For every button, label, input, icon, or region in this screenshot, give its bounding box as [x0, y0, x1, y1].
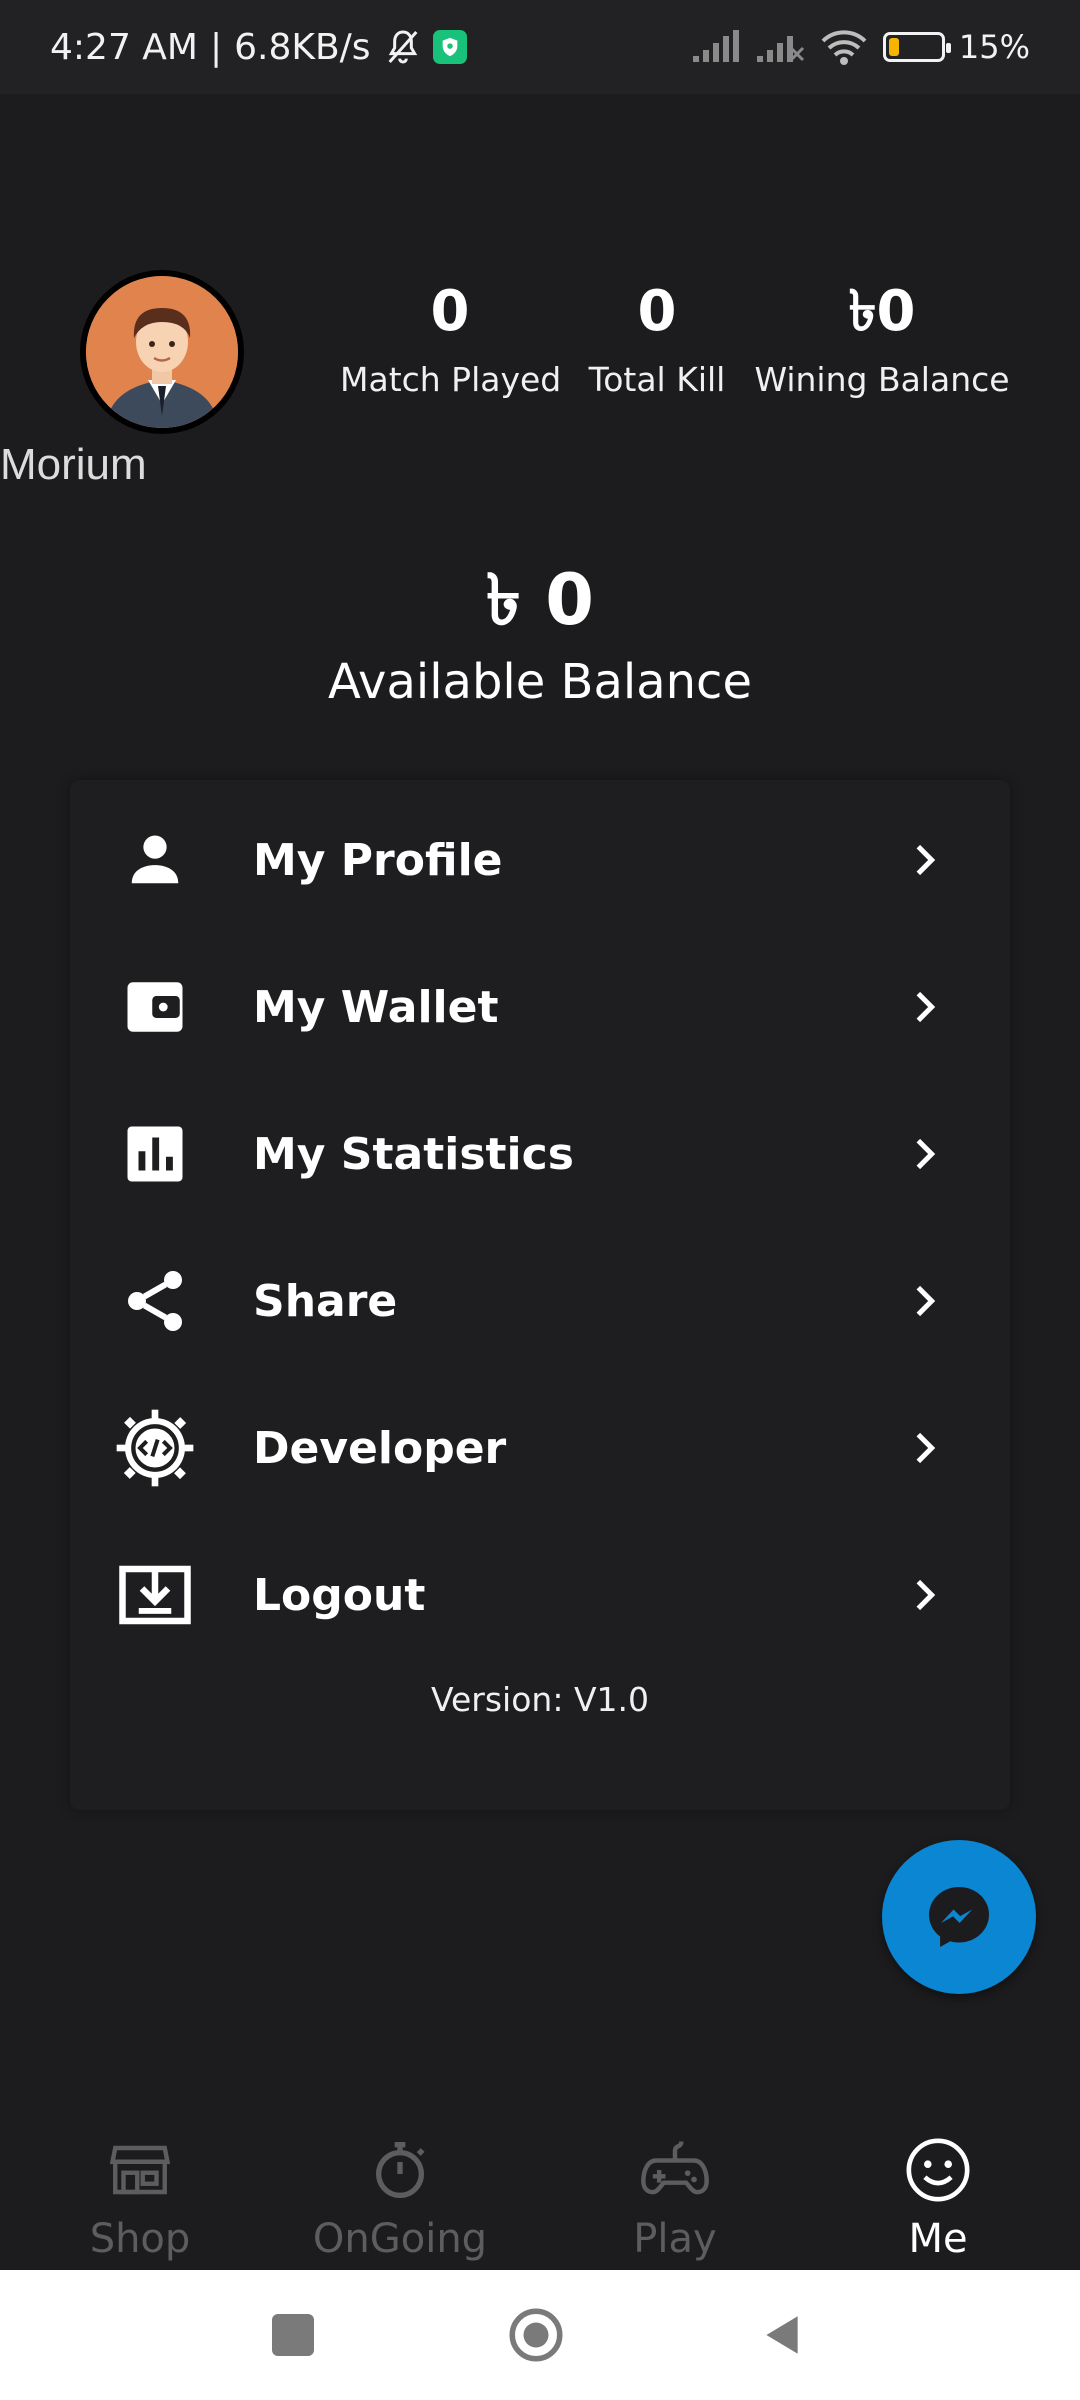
chevron-right-icon: [916, 1285, 936, 1317]
status-right: 15%: [691, 27, 1030, 67]
back-button[interactable]: [748, 2302, 814, 2368]
stat-match-played: 0 Match Played: [340, 279, 562, 400]
menu-item-developer[interactable]: Developer: [70, 1393, 1010, 1503]
vpn-shield-icon: [432, 30, 467, 64]
stat-label: Total Kill: [588, 360, 726, 399]
menu-item-label: My Wallet: [253, 981, 499, 1033]
home-circle-icon: [509, 2308, 563, 2362]
messenger-button[interactable]: [882, 1840, 1036, 1994]
menu-item-share[interactable]: Share: [70, 1246, 1010, 1356]
stat-value: ৳0: [848, 279, 916, 344]
version-text: Version: V1.0: [430, 1680, 649, 1719]
nav-label: OnGoing: [312, 2216, 488, 2262]
menu-item-label: Logout: [253, 1569, 426, 1621]
network-speed: 6.8KB/s: [234, 26, 371, 68]
stopwatch-icon: [310, 2130, 490, 2210]
bell-off-icon: [388, 30, 418, 64]
balance-label: Available Balance: [328, 654, 752, 710]
nav-me[interactable]: Me: [870, 2130, 1006, 2262]
chevron-right-icon: [916, 1432, 936, 1464]
menu-item-label: My Statistics: [253, 1128, 574, 1180]
chevron-right-icon: [916, 991, 936, 1023]
stat-total-kill: 0 Total Kill: [582, 279, 732, 400]
menu-item-my-wallet[interactable]: My Wallet: [70, 952, 1010, 1062]
wallet-icon: [115, 967, 195, 1047]
shop-icon: [70, 2130, 210, 2210]
developer-gear-icon: [115, 1408, 195, 1488]
signal-icon: [692, 30, 739, 62]
chevron-right-icon: [916, 1138, 936, 1170]
nav-shop[interactable]: Shop: [70, 2130, 210, 2262]
nav-label: Me: [908, 2216, 968, 2262]
share-icon: [115, 1261, 195, 1341]
stat-value: 0: [430, 279, 470, 344]
person-icon: [115, 820, 195, 900]
status-left: 4:27 AM | 6.8KB/s: [50, 27, 467, 68]
menu-item-my-profile[interactable]: My Profile: [70, 805, 1010, 915]
chevron-right-icon: [916, 1579, 936, 1611]
nav-label: Play: [633, 2216, 717, 2262]
stat-label: Match Played: [340, 360, 562, 399]
battery-icon: [882, 32, 951, 62]
status-time: 4:27 AM: [50, 26, 198, 68]
menu-card: My Profile My Wallet My Statistics Share: [70, 780, 1010, 1810]
recent-apps-button[interactable]: [260, 2302, 326, 2368]
logout-icon: [115, 1555, 195, 1635]
nav-play[interactable]: Play: [600, 2130, 750, 2262]
menu-item-label: Share: [253, 1275, 398, 1327]
balance-amount: ৳ 0: [486, 559, 594, 641]
available-balance: ৳ 0 Available Balance: [0, 560, 1080, 710]
username: Morium: [0, 440, 147, 489]
smiley-icon: [870, 2130, 1006, 2210]
system-nav-bar: [0, 2270, 1080, 2400]
messenger-icon: [929, 1887, 989, 1947]
nav-ongoing[interactable]: OnGoing: [310, 2130, 490, 2262]
stat-value: 0: [637, 279, 677, 344]
statistics-icon: [115, 1114, 195, 1194]
screen: 4:27 AM | 6.8KB/s 15% Morium 0 Match Pla…: [0, 0, 1080, 2400]
square-icon: [272, 2314, 314, 2356]
stat-label: Wining Balance: [754, 360, 1010, 399]
status-bar: 4:27 AM | 6.8KB/s 15%: [0, 0, 1080, 94]
back-triangle-icon: [766, 2316, 798, 2354]
nav-label: Shop: [89, 2216, 191, 2262]
signal-x-icon: [756, 36, 804, 62]
stat-wining-balance: ৳0 Wining Balance: [752, 279, 1012, 400]
bottom-nav: Shop OnGoing Play Me: [0, 2110, 1080, 2270]
avatar[interactable]: [80, 270, 244, 434]
chevron-right-icon: [916, 844, 936, 876]
gamepad-icon: [600, 2130, 750, 2210]
menu-item-my-statistics[interactable]: My Statistics: [70, 1099, 1010, 1209]
menu-item-logout[interactable]: Logout: [70, 1540, 1010, 1650]
wifi-icon: [821, 30, 867, 65]
battery-fill: [888, 38, 899, 56]
menu-item-label: My Profile: [253, 834, 503, 886]
menu-item-label: Developer: [253, 1422, 507, 1474]
status-separator: |: [209, 26, 223, 68]
battery-percent: 15%: [958, 28, 1030, 66]
avatar-icon: [86, 276, 238, 428]
home-button[interactable]: [503, 2302, 569, 2368]
